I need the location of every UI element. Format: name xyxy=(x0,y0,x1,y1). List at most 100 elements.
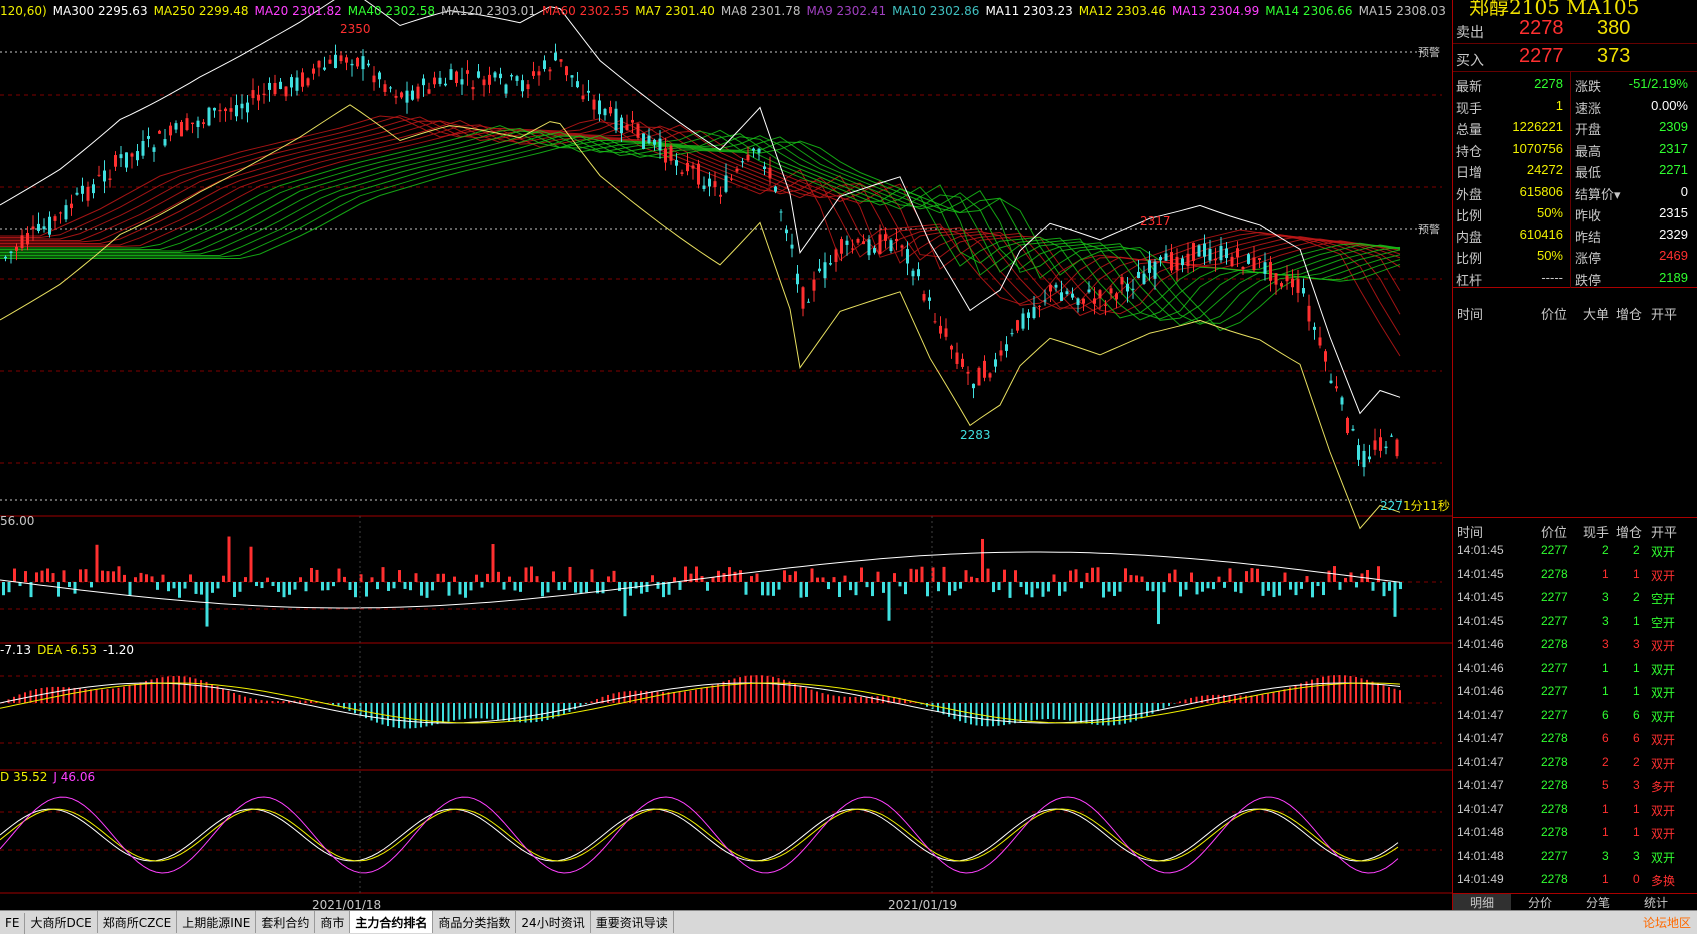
candle-body xyxy=(1230,256,1234,267)
candle-body xyxy=(1120,277,1124,285)
trade-row[interactable]: 14:01:45 2277 3 2 空开 xyxy=(1453,590,1697,614)
bottom-tab[interactable]: 大商所DCE xyxy=(25,911,98,933)
trade-row[interactable]: 14:01:48 2277 3 3 双开 xyxy=(1453,849,1697,873)
macd-bar xyxy=(354,703,356,714)
candle-body xyxy=(405,90,409,103)
bottom-tab[interactable]: 上期能源INE xyxy=(177,911,257,933)
trade-row[interactable]: 14:01:47 2278 6 6 双开 xyxy=(1453,731,1697,755)
macd-bar xyxy=(1146,703,1148,717)
volume-bar xyxy=(145,574,148,582)
side-tab[interactable]: 明细 xyxy=(1453,894,1511,911)
candle-body xyxy=(174,123,178,130)
bottom-tab[interactable]: FE xyxy=(0,913,26,934)
ma-legend-item: MA40 2302.58 xyxy=(347,4,436,18)
candle-body xyxy=(224,108,227,112)
ma-legend-item: MA13 2304.99 xyxy=(1172,4,1260,18)
candle-body xyxy=(1390,435,1393,437)
quote-row: 比例 50% 涨停 2469 xyxy=(1453,248,1697,270)
volume-bar xyxy=(904,582,907,595)
macd-bar xyxy=(497,703,499,720)
chart-area[interactable]: 120,60) MA300 2295.63 MA250 2299.48 MA20 23… xyxy=(0,0,1452,912)
side-tab[interactable]: 统计 xyxy=(1627,894,1685,911)
candle-body xyxy=(1126,283,1129,292)
side-tab[interactable]: 分笔 xyxy=(1569,894,1627,911)
kline-chart[interactable] xyxy=(0,0,1452,910)
bottom-tab[interactable]: 24小时资讯 xyxy=(516,911,591,933)
trade-row[interactable]: 14:01:47 2278 5 3 多开 xyxy=(1453,778,1697,802)
trade-row[interactable]: 14:01:46 2278 3 3 双开 xyxy=(1453,637,1697,661)
volume-bar xyxy=(288,582,291,595)
quote-label: 最新 xyxy=(1456,80,1483,95)
trade-type: 空开 xyxy=(1651,592,1676,606)
candle-body xyxy=(928,297,931,301)
bottom-tab[interactable]: 主力合约排名 xyxy=(350,911,434,933)
trade-time: 14:01:47 xyxy=(1457,778,1504,792)
candle-body xyxy=(796,273,799,285)
bottom-tab[interactable]: 重要资讯导读 xyxy=(591,911,674,933)
bid-row[interactable]: 买入 2277 373 xyxy=(1453,44,1697,72)
quote-row: 总量 1226221 开盘 2309 xyxy=(1453,119,1697,141)
trade-row[interactable]: 14:01:47 2277 6 6 双开 xyxy=(1453,708,1697,732)
quote-label: 跌停 xyxy=(1575,273,1602,289)
candle-body xyxy=(1098,290,1102,299)
quote-label: 现手 xyxy=(1456,101,1483,117)
trade-row[interactable]: 14:01:45 2277 2 2 双开 xyxy=(1453,543,1697,567)
macd-bar xyxy=(1030,703,1033,721)
bid-price: 2277 xyxy=(1519,45,1564,67)
macd-bar xyxy=(359,703,362,716)
trade-row[interactable]: 14:01:48 2278 1 1 双开 xyxy=(1453,825,1697,849)
bottom-tab[interactable]: 郑商所CZCE xyxy=(98,911,178,933)
candle-body xyxy=(746,154,750,160)
macd-bar xyxy=(821,693,824,703)
macd-bar xyxy=(838,696,840,703)
quote-value: 0.00% xyxy=(1651,97,1688,113)
candle-body xyxy=(565,66,568,76)
trade-price: 2277 xyxy=(1541,707,1568,722)
candle-body xyxy=(900,245,904,248)
volume-bar xyxy=(497,571,500,582)
candle-body xyxy=(691,165,695,169)
volume-bar xyxy=(260,582,264,589)
candle-body xyxy=(477,71,480,78)
volume-bar xyxy=(101,570,104,582)
candle-body xyxy=(427,89,431,94)
candle-body xyxy=(378,72,381,80)
trade-row[interactable]: 14:01:45 2277 3 1 空开 xyxy=(1453,614,1697,638)
candle-body xyxy=(1192,242,1195,261)
volume-bar xyxy=(1113,582,1116,596)
quote-value: 1 xyxy=(1555,97,1563,113)
macd-bar xyxy=(266,700,268,703)
ma-legend-item: MA8 2301.78 xyxy=(720,4,801,18)
macd-bar xyxy=(937,703,939,712)
trade-price: 2277 xyxy=(1541,590,1568,604)
trade-row[interactable]: 14:01:47 2278 1 1 双开 xyxy=(1453,802,1697,826)
volume-bar xyxy=(1014,570,1017,582)
trade-row[interactable]: 14:01:47 2278 2 2 双开 xyxy=(1453,755,1697,779)
volume-bar xyxy=(794,571,797,582)
ma-legend-item: MA250 2299.48 xyxy=(153,4,249,18)
trade-row[interactable]: 14:01:45 2278 1 1 双开 xyxy=(1453,567,1697,591)
side-tab[interactable]: 分价 xyxy=(1511,894,1569,911)
macd-bar xyxy=(486,703,488,719)
candle-body xyxy=(631,119,634,123)
trade-time: 14:01:49 xyxy=(1457,872,1504,886)
bottom-tab[interactable]: 套利合约 xyxy=(256,911,316,933)
candle-body xyxy=(856,238,860,243)
volume-bar xyxy=(1173,569,1177,582)
macd-bar xyxy=(1382,685,1385,703)
volume-bar xyxy=(447,582,451,596)
candle-body xyxy=(31,226,35,230)
trade-row[interactable]: 14:01:46 2277 1 1 双开 xyxy=(1453,684,1697,708)
ask-row[interactable]: 卖出 2278 380 xyxy=(1453,16,1697,44)
macd-bar xyxy=(689,690,692,703)
forum-link[interactable]: 论坛地区 xyxy=(1643,914,1691,931)
macd-bar xyxy=(986,703,989,727)
trade-inc: 2 xyxy=(1633,543,1640,557)
quote-label: 内盘 xyxy=(1456,230,1483,246)
bottom-tab[interactable]: 商品分类指数 xyxy=(433,911,517,933)
trade-row[interactable]: 14:01:46 2277 1 1 双开 xyxy=(1453,661,1697,685)
bottom-tab[interactable]: 商市 xyxy=(315,911,351,933)
candle-body xyxy=(81,185,84,194)
volume-bar xyxy=(150,576,154,582)
volume-bar xyxy=(398,570,401,582)
